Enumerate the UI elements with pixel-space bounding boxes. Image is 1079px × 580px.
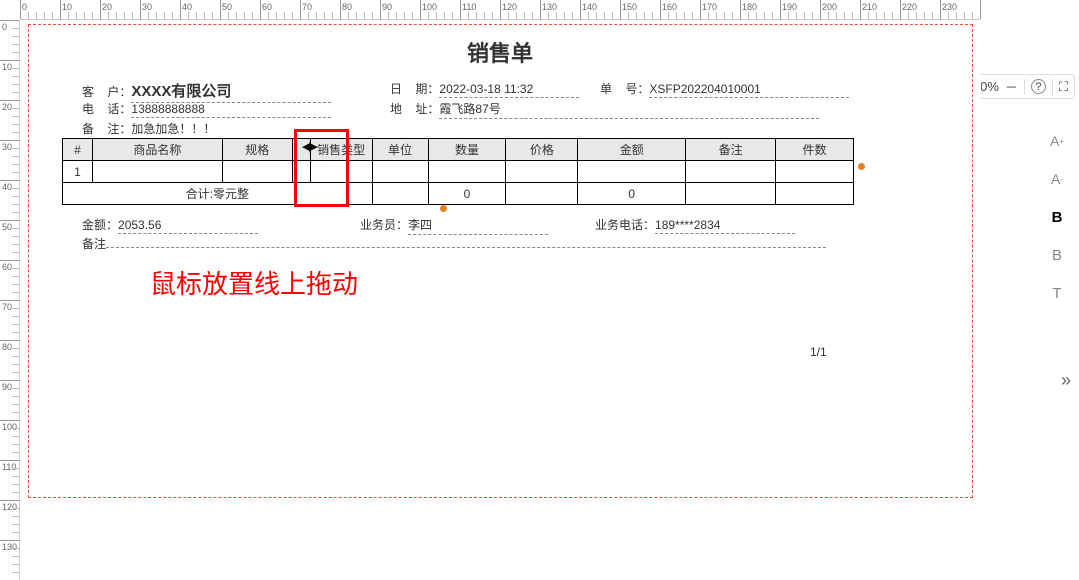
- ruler-horizontal[interactable]: 0102030405060708090100110120130140150160…: [20, 0, 981, 20]
- value[interactable]: 189****2834: [655, 218, 795, 234]
- cell[interactable]: [506, 161, 578, 183]
- col-unit[interactable]: 单位: [372, 139, 428, 161]
- page-number: 1/1: [810, 345, 827, 359]
- table-total-row: 合计:零元整 0 0: [63, 183, 854, 205]
- value[interactable]: 李四: [408, 216, 548, 235]
- label: 电: [82, 102, 94, 116]
- format-sidebar: A+ A- B B T: [1039, 120, 1075, 314]
- value[interactable]: 2022-03-18 11:32: [439, 82, 579, 98]
- field-phone: 电 话：13888888888: [82, 100, 331, 118]
- label: 备注: [82, 237, 106, 251]
- label2: 注: [107, 122, 119, 136]
- cell[interactable]: [92, 161, 222, 183]
- field-salesperson: 业务员：李四: [360, 216, 548, 235]
- field-docno: 单 号：XSFP202204010001: [600, 80, 849, 98]
- value[interactable]: 2053.56: [118, 218, 258, 234]
- value[interactable]: XSFP202204010001: [649, 82, 849, 98]
- label: 客: [82, 85, 94, 99]
- resize-cursor-icon: ◀|▶: [302, 140, 316, 153]
- expand-arrow-icon[interactable]: »: [1061, 370, 1071, 391]
- label: 金额：: [82, 218, 118, 232]
- label: 日: [390, 82, 402, 96]
- fullscreen-icon[interactable]: ⛶: [1059, 79, 1068, 95]
- label: 备: [82, 122, 94, 136]
- sales-table[interactable]: # 商品名称 规格 销售类型 单位 数量 价格 金额 备注 件数 1: [62, 138, 854, 205]
- value[interactable]: 加急加急！！！: [131, 120, 853, 139]
- zoom-out-button[interactable]: －: [1005, 77, 1018, 96]
- cell[interactable]: [776, 161, 854, 183]
- total-label: 合计:零元整: [63, 183, 373, 205]
- label2: 址: [415, 102, 427, 116]
- anchor-dot-icon[interactable]: [440, 205, 447, 212]
- cell[interactable]: [428, 161, 506, 183]
- table-row[interactable]: 1: [63, 161, 854, 183]
- col-remark[interactable]: 备注: [686, 139, 776, 161]
- field-remark2: 备注: [82, 235, 826, 252]
- label2: 号: [625, 82, 637, 96]
- label: 业务员：: [360, 218, 408, 232]
- cell: [686, 183, 776, 205]
- label: 地: [390, 102, 402, 116]
- label2: 话: [107, 102, 119, 116]
- anchor-dot-icon[interactable]: [858, 163, 865, 170]
- total-qty: 0: [428, 183, 506, 205]
- cell[interactable]: [686, 161, 776, 183]
- field-address: 地 址：霞飞路87号: [390, 100, 819, 119]
- cell[interactable]: [578, 161, 686, 183]
- col-saletype[interactable]: 销售类型: [310, 139, 372, 161]
- divider: [1024, 79, 1025, 95]
- field-bizphone: 业务电话：189****2834: [595, 216, 795, 234]
- cell[interactable]: [292, 161, 310, 183]
- value[interactable]: [106, 246, 826, 248]
- col-spec[interactable]: 规格: [222, 139, 292, 161]
- help-icon[interactable]: ?: [1031, 79, 1046, 94]
- col-price[interactable]: 价格: [506, 139, 578, 161]
- cell: [776, 183, 854, 205]
- field-remark: 备 注：加急加急！！！: [82, 120, 853, 139]
- total-amount: 0: [578, 183, 686, 205]
- increase-font-button[interactable]: A+: [1046, 130, 1068, 152]
- cell: [372, 183, 428, 205]
- cell: [506, 183, 578, 205]
- table-header-row: # 商品名称 规格 销售类型 单位 数量 价格 金额 备注 件数: [63, 139, 854, 161]
- label: 单: [600, 82, 612, 96]
- cell-idx[interactable]: 1: [63, 161, 93, 183]
- field-amount: 金额：2053.56: [82, 216, 258, 234]
- bold-button[interactable]: B: [1046, 206, 1068, 228]
- document-title: 销售单: [20, 36, 980, 68]
- label: 业务电话：: [595, 218, 655, 232]
- col-name[interactable]: 商品名称: [92, 139, 222, 161]
- col-index[interactable]: #: [63, 139, 93, 161]
- field-date: 日 期：2022-03-18 11:32: [390, 80, 579, 98]
- col-count[interactable]: 件数: [776, 139, 854, 161]
- text-tool-button[interactable]: T: [1046, 282, 1068, 304]
- value[interactable]: 霞飞路87号: [439, 100, 819, 119]
- ruler-vertical[interactable]: 0102030405060708090100110120130140150: [0, 20, 20, 580]
- cell[interactable]: [222, 161, 292, 183]
- col-amount[interactable]: 金额: [578, 139, 686, 161]
- label2: 户: [107, 85, 119, 99]
- col-qty[interactable]: 数量: [428, 139, 506, 161]
- label2: 期: [415, 82, 427, 96]
- bold2-button[interactable]: B: [1046, 244, 1068, 266]
- annotation-text: 鼠标放置线上拖动: [150, 264, 358, 301]
- design-canvas[interactable]: 销售单 客 户：XXXX有限公司 日 期：2022-03-18 11:32 单 …: [20, 20, 981, 580]
- value[interactable]: 13888888888: [131, 102, 331, 118]
- divider: [1052, 79, 1053, 95]
- cell[interactable]: [372, 161, 428, 183]
- cell[interactable]: [310, 161, 372, 183]
- decrease-font-button[interactable]: A-: [1046, 168, 1068, 190]
